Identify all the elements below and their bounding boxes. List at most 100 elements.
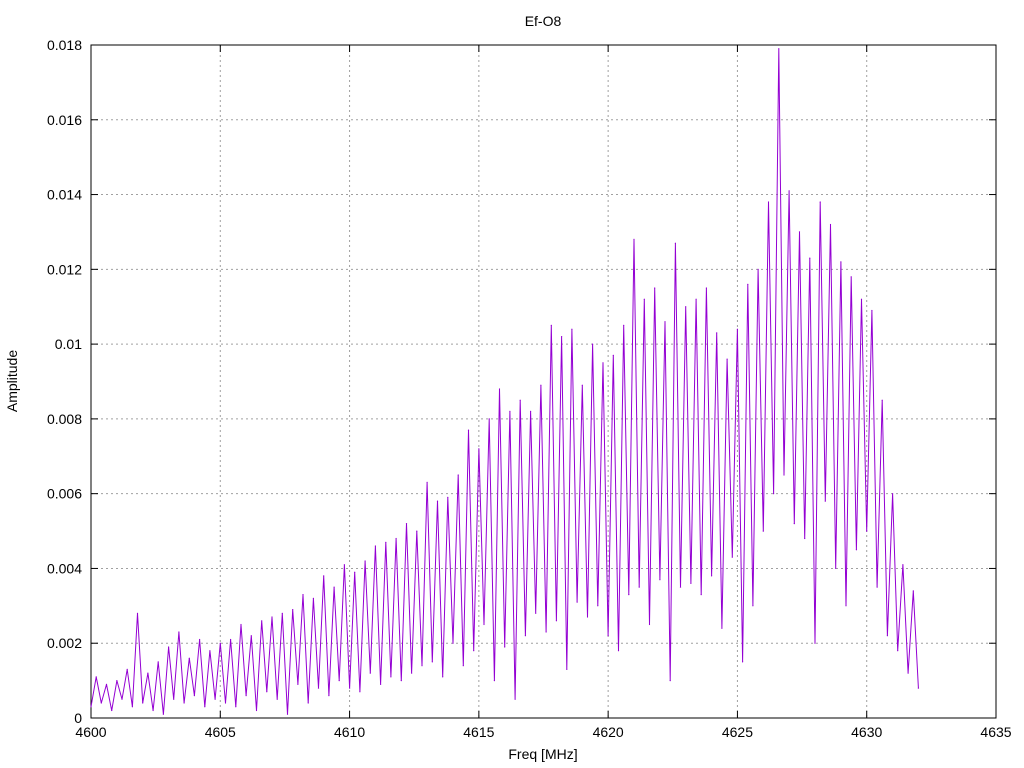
- data-point: [431, 661, 433, 663]
- data-point: [162, 713, 164, 715]
- data-point: [571, 328, 573, 330]
- data-point: [711, 575, 713, 577]
- data-point: [302, 594, 304, 596]
- data-point: [643, 298, 645, 300]
- data-point: [804, 537, 806, 540]
- data-point: [328, 695, 330, 697]
- y-tick-label: 0.002: [47, 635, 82, 651]
- data-point: [519, 399, 521, 401]
- data-point: [917, 687, 920, 689]
- data-point: [411, 672, 413, 674]
- x-tick-label: 4610: [334, 724, 365, 740]
- data-point: [721, 627, 723, 629]
- data-point: [504, 646, 506, 648]
- data-point: [685, 306, 687, 308]
- data-point: [581, 384, 583, 386]
- data-point: [230, 638, 232, 641]
- data-point: [90, 706, 92, 708]
- data-point: [535, 612, 537, 614]
- data-point: [628, 594, 630, 596]
- data-point: [550, 324, 552, 326]
- data-point: [509, 410, 511, 412]
- data-point: [250, 635, 252, 637]
- data-point: [845, 605, 847, 607]
- data-point: [178, 631, 180, 633]
- data-point: [235, 706, 237, 708]
- data-point: [436, 500, 439, 502]
- data-point: [209, 650, 211, 652]
- data-point: [219, 642, 221, 644]
- data-point: [338, 680, 340, 682]
- data-point: [199, 638, 201, 641]
- x-tick-label: 4615: [463, 724, 494, 740]
- data-point: [871, 309, 873, 312]
- data-point: [416, 530, 418, 532]
- data-point: [323, 575, 325, 577]
- data-point: [395, 537, 397, 540]
- data-point: [111, 709, 113, 712]
- data-point: [793, 523, 795, 525]
- data-point: [778, 48, 780, 50]
- data-point: [886, 635, 889, 637]
- data-point: [385, 541, 387, 543]
- data-point: [530, 410, 532, 412]
- data-point: [173, 698, 175, 700]
- data-point: [390, 676, 392, 678]
- data-point: [286, 713, 289, 715]
- data-point: [829, 223, 832, 226]
- data-point: [545, 631, 547, 633]
- data-point: [881, 399, 883, 401]
- data-point: [767, 201, 770, 203]
- data-point: [731, 556, 733, 558]
- data-point: [142, 702, 144, 704]
- y-tick-label: 0: [74, 710, 82, 726]
- data-point: [612, 354, 614, 356]
- data-point: [902, 564, 904, 566]
- data-point: [597, 605, 599, 607]
- data-point: [695, 298, 697, 300]
- x-tick-label: 4635: [980, 724, 1011, 740]
- data-point: [824, 500, 826, 502]
- x-axis-label: Freq [MHz]: [508, 746, 577, 762]
- data-point: [648, 623, 651, 626]
- data-point: [524, 635, 527, 637]
- data-point: [664, 321, 666, 323]
- data-point: [255, 709, 258, 712]
- data-point: [840, 261, 842, 263]
- data-point: [266, 691, 268, 693]
- data-point: [540, 384, 542, 386]
- data-point: [240, 623, 242, 626]
- x-tick-label: 4605: [205, 724, 236, 740]
- data-point: [100, 702, 102, 704]
- data-point: [116, 680, 118, 682]
- data-point: [788, 190, 790, 192]
- x-tick-label: 4630: [851, 724, 882, 740]
- data-point: [488, 418, 490, 420]
- data-point: [617, 650, 620, 652]
- data-point: [442, 676, 444, 678]
- data-point: [312, 597, 314, 600]
- data-point: [297, 683, 299, 686]
- data-point: [586, 616, 589, 618]
- data-point: [819, 201, 821, 203]
- data-point: [850, 276, 852, 278]
- data-point: [623, 324, 625, 326]
- data-point: [607, 635, 609, 637]
- data-point: [736, 328, 739, 330]
- data-point: [514, 698, 516, 700]
- data-point: [183, 702, 185, 704]
- chart: 4600 4605 4610 4615 4620 4625 4630 4635 0 0.002 0…: [0, 0, 1024, 768]
- data-point: [276, 698, 278, 700]
- data-point: [876, 586, 878, 588]
- data-point: [897, 650, 899, 652]
- data-point: [168, 646, 170, 648]
- data-point: [152, 709, 154, 712]
- data-point: [576, 601, 578, 603]
- data-point: [157, 661, 159, 663]
- data-point: [602, 362, 604, 364]
- data-point: [188, 657, 190, 659]
- data-point: [405, 523, 408, 525]
- data-point: [798, 231, 801, 233]
- data-point: [457, 474, 459, 476]
- data-point: [281, 612, 283, 614]
